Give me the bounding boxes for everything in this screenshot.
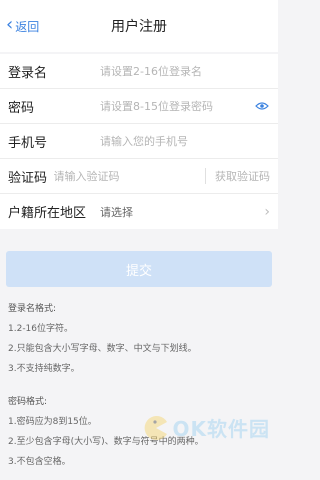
registration-form: 登录名 密码 手机号 验证码 获取验证码 户籍所在地区 请选择 › xyxy=(0,54,278,229)
chevron-right-icon: › xyxy=(264,203,270,220)
phone-label: 手机号 xyxy=(8,135,48,151)
eye-icon[interactable] xyxy=(254,98,270,114)
note-title: 密码格式: xyxy=(8,397,48,407)
note-line: 3.不支持纯数字。 xyxy=(8,364,80,374)
note-title: 登录名格式: xyxy=(8,304,57,314)
back-label: 返回 xyxy=(15,19,40,34)
submit-button[interactable]: 提交 xyxy=(6,251,272,287)
phone-row: 手机号 xyxy=(0,124,278,159)
note-line: 1.2-16位字符。 xyxy=(8,324,74,334)
region-select[interactable]: 请选择 xyxy=(100,204,264,220)
password-input[interactable] xyxy=(100,99,250,113)
region-label: 户籍所在地区 xyxy=(8,206,87,221)
watermark: OK软件园 xyxy=(143,413,271,442)
note-line: 2.只能包含大小写字母、数字、中文与下划线。 xyxy=(8,344,197,354)
username-label: 登录名 xyxy=(8,65,48,81)
username-input[interactable] xyxy=(100,64,270,78)
note-line: 3.不包含空格。 xyxy=(8,457,71,467)
watermark-text: OK软件园 xyxy=(172,417,270,441)
page-title: 用户注册 xyxy=(111,19,167,35)
divider xyxy=(204,168,205,184)
password-label: 密码 xyxy=(8,100,35,116)
code-row: 验证码 获取验证码 xyxy=(0,159,278,194)
chevron-left-icon: ‹ xyxy=(6,14,14,35)
back-button[interactable]: ‹ 返回 xyxy=(6,0,39,52)
code-input[interactable] xyxy=(53,169,199,183)
username-notes: 登录名格式: 1.2-16位字符。 2.只能包含大小写字母、数字、中文与下划线。… xyxy=(8,301,270,374)
pacman-logo-icon xyxy=(144,415,167,440)
region-row[interactable]: 户籍所在地区 请选择 › xyxy=(0,194,278,229)
submit-wrap: 提交 xyxy=(0,251,278,287)
username-row: 登录名 xyxy=(0,54,278,89)
nav-bar: ‹ 返回 用户注册 xyxy=(0,0,278,52)
phone-input[interactable] xyxy=(100,134,270,148)
code-label: 验证码 xyxy=(8,170,48,186)
get-code-button[interactable]: 获取验证码 xyxy=(215,168,270,184)
password-row: 密码 xyxy=(0,89,278,124)
